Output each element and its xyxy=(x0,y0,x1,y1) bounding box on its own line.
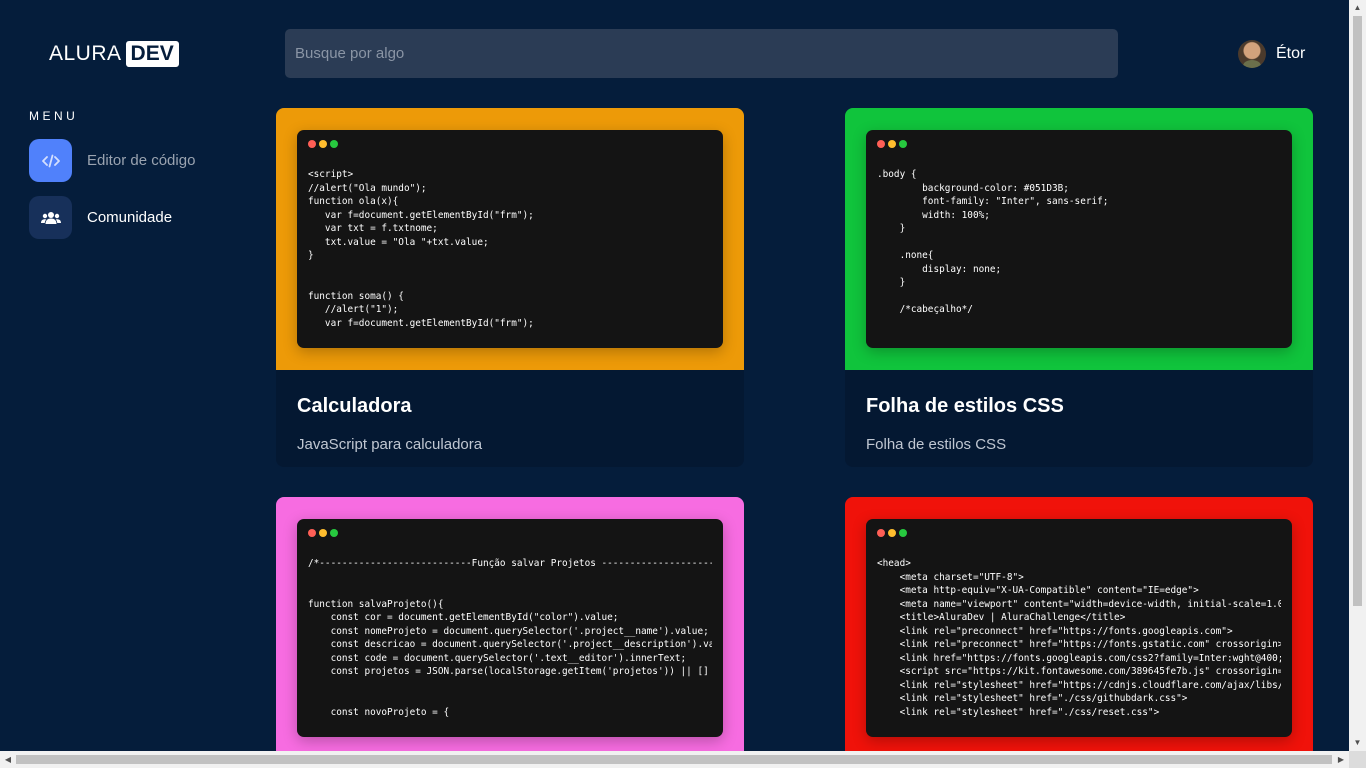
code-window: <script> //alert("Ola mundo"); function … xyxy=(297,130,723,348)
code-content: <script> //alert("Ola mundo"); function … xyxy=(308,169,534,329)
logo[interactable]: ALURA DEV xyxy=(49,40,179,68)
code-window: .body { background-color: #051D3B; font-… xyxy=(866,130,1292,348)
project-description: JavaScript para calculadora xyxy=(297,436,483,453)
dot-red-icon xyxy=(877,140,885,148)
code-window: /*---------------------------Função salv… xyxy=(297,519,723,737)
project-info: Folha de estilos CSS Folha de estilos CS… xyxy=(845,370,1313,467)
window-dots xyxy=(308,140,712,148)
user-name: Étor xyxy=(1276,45,1306,62)
project-preview[interactable]: <script> //alert("Ola mundo"); function … xyxy=(276,108,744,370)
dot-yellow-icon xyxy=(319,529,327,537)
window-dots xyxy=(308,529,712,537)
scroll-right-icon[interactable]: ▶ xyxy=(1333,751,1349,768)
dot-green-icon xyxy=(330,529,338,537)
sidebar-item-code-editor[interactable]: Editor de código xyxy=(29,139,195,182)
scrollbar-corner xyxy=(1349,751,1366,768)
scroll-down-icon[interactable]: ▼ xyxy=(1349,735,1366,751)
dot-yellow-icon xyxy=(888,140,896,148)
logo-badge: DEV xyxy=(125,41,179,67)
project-preview[interactable]: /*---------------------------Função salv… xyxy=(276,497,744,759)
users-icon xyxy=(29,196,72,239)
project-info: Calculadora JavaScript para calculadora xyxy=(276,370,744,467)
horizontal-scroll-thumb[interactable] xyxy=(16,755,1332,764)
dot-yellow-icon xyxy=(888,529,896,537)
sidebar-item-community[interactable]: Comunidade xyxy=(29,196,172,239)
search-input[interactable] xyxy=(285,29,1118,78)
dot-green-icon xyxy=(899,140,907,148)
window-dots xyxy=(877,140,1281,148)
code-window: <head> <meta charset="UTF-8"> <meta http… xyxy=(866,519,1292,737)
scroll-left-icon[interactable]: ◀ xyxy=(0,751,16,768)
vertical-scrollbar[interactable]: ▲ ▼ xyxy=(1349,0,1366,751)
project-title: Calculadora xyxy=(297,395,412,417)
avatar[interactable] xyxy=(1238,40,1266,68)
project-card[interactable]: .body { background-color: #051D3B; font-… xyxy=(845,108,1313,467)
code-content: <head> <meta charset="UTF-8"> <meta http… xyxy=(877,558,1281,718)
sidebar-item-label: Comunidade xyxy=(87,209,173,226)
menu-title: MENU xyxy=(29,109,79,123)
dot-green-icon xyxy=(330,140,338,148)
dot-green-icon xyxy=(899,529,907,537)
project-card[interactable]: /*---------------------------Função salv… xyxy=(276,497,744,759)
vertical-scroll-thumb[interactable] xyxy=(1353,16,1362,606)
project-title: Folha de estilos CSS xyxy=(866,395,1064,417)
project-preview[interactable]: <head> <meta charset="UTF-8"> <meta http… xyxy=(845,497,1313,759)
project-card[interactable]: <script> //alert("Ola mundo"); function … xyxy=(276,108,744,467)
project-description: Folha de estilos CSS xyxy=(866,436,1007,453)
project-card[interactable]: <head> <meta charset="UTF-8"> <meta http… xyxy=(845,497,1313,759)
dot-red-icon xyxy=(877,529,885,537)
dot-red-icon xyxy=(308,140,316,148)
code-content: .body { background-color: #051D3B; font-… xyxy=(877,169,1109,315)
horizontal-scrollbar[interactable]: ◀ ▶ xyxy=(0,751,1349,768)
window-dots xyxy=(877,529,1281,537)
logo-text: ALURA xyxy=(49,42,122,65)
sidebar-item-label: Editor de código xyxy=(87,152,196,169)
code-icon xyxy=(29,139,72,182)
code-content: /*---------------------------Função salv… xyxy=(308,558,712,718)
dot-yellow-icon xyxy=(319,140,327,148)
project-preview[interactable]: .body { background-color: #051D3B; font-… xyxy=(845,108,1313,370)
user-profile[interactable]: Étor xyxy=(1238,40,1305,68)
scroll-up-icon[interactable]: ▲ xyxy=(1349,0,1366,16)
dot-red-icon xyxy=(308,529,316,537)
